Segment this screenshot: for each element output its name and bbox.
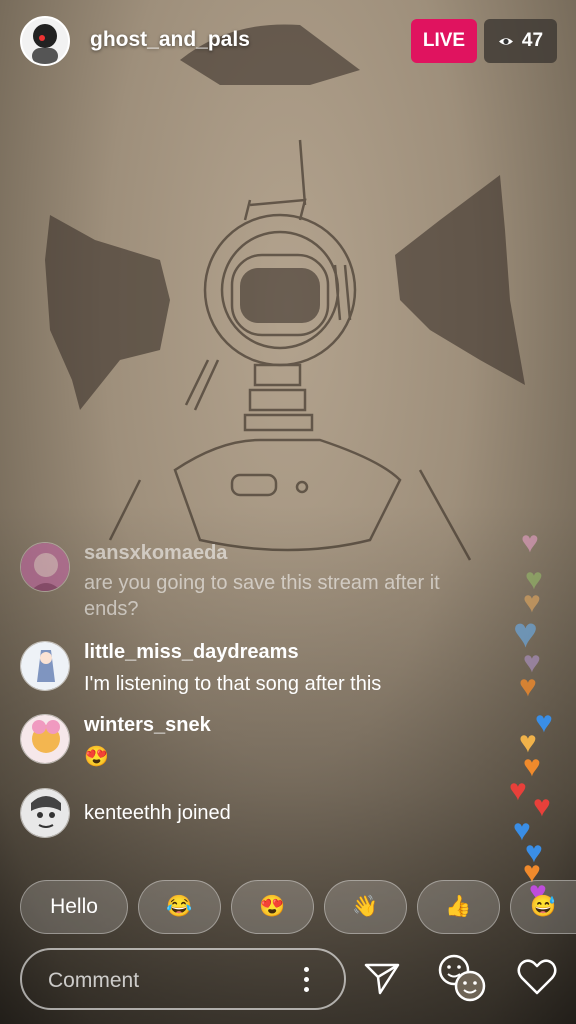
avatar-image [21,642,69,690]
comment-username[interactable]: sansxkomaeda [84,542,227,565]
heart-icon: ♥ [513,609,538,656]
paper-plane-icon [364,963,400,995]
host-avatar-image [22,18,68,64]
quick-reply-wave[interactable]: 👋 [324,880,407,934]
comment-box [20,948,346,1010]
join-notice: kenteethh joined [84,802,231,824]
face-filter-icon [438,954,486,1002]
comment-text: 😍 [84,746,109,768]
quick-reply-sweat-smile[interactable]: 😅 [510,880,576,934]
viewer-count: 47 [521,30,544,51]
comment-text: I'm listening to that song after this [84,673,382,695]
avatar-image [21,789,69,837]
live-badge: LIVE [411,19,477,63]
host-avatar[interactable] [20,16,70,66]
heart-icon: ♥ [535,706,553,739]
commenter-avatar[interactable] [20,641,70,691]
floating-hearts: ♥ ♥ ♥ ♥ ♥ ♥ ♥ ♥ ♥ ♥ ♥ ♥ ♥ ♥ ♥ [505,520,575,940]
like-button[interactable] [515,955,559,999]
more-vertical-icon[interactable] [304,967,310,993]
avatar-image [21,715,69,763]
quick-reply-heart-eyes[interactable]: 😍 [231,880,314,934]
comment-username[interactable]: little_miss_daydreams [84,641,299,664]
heart-icon: ♥ [521,526,539,559]
commenter-avatar[interactable] [20,788,70,838]
comment-username[interactable]: winters_snek [84,714,211,737]
heart-icon: ♥ [519,670,537,703]
quick-reply-hello[interactable]: Hello [20,880,128,934]
quick-reply-thumbs-up[interactable]: 👍 [417,880,500,934]
commenter-avatar[interactable] [20,714,70,764]
comment-text: are you going to save this stream after … [84,572,440,620]
host-username[interactable]: ghost_and_pals [90,28,250,52]
face-filter-button[interactable] [436,952,488,1004]
heart-icon [517,959,557,995]
send-button[interactable] [360,955,404,999]
heart-icon: ♥ [509,774,527,807]
eye-icon [498,37,513,45]
quick-reply-laugh[interactable]: 😂 [138,880,221,934]
comment-input[interactable] [46,968,290,994]
heart-icon: ♥ [533,790,551,823]
stream-header: ghost_and_pals LIVE 47 [0,0,576,84]
avatar-image [21,543,69,591]
viewer-count-badge[interactable]: 47 [484,19,557,63]
commenter-avatar[interactable] [20,542,70,592]
